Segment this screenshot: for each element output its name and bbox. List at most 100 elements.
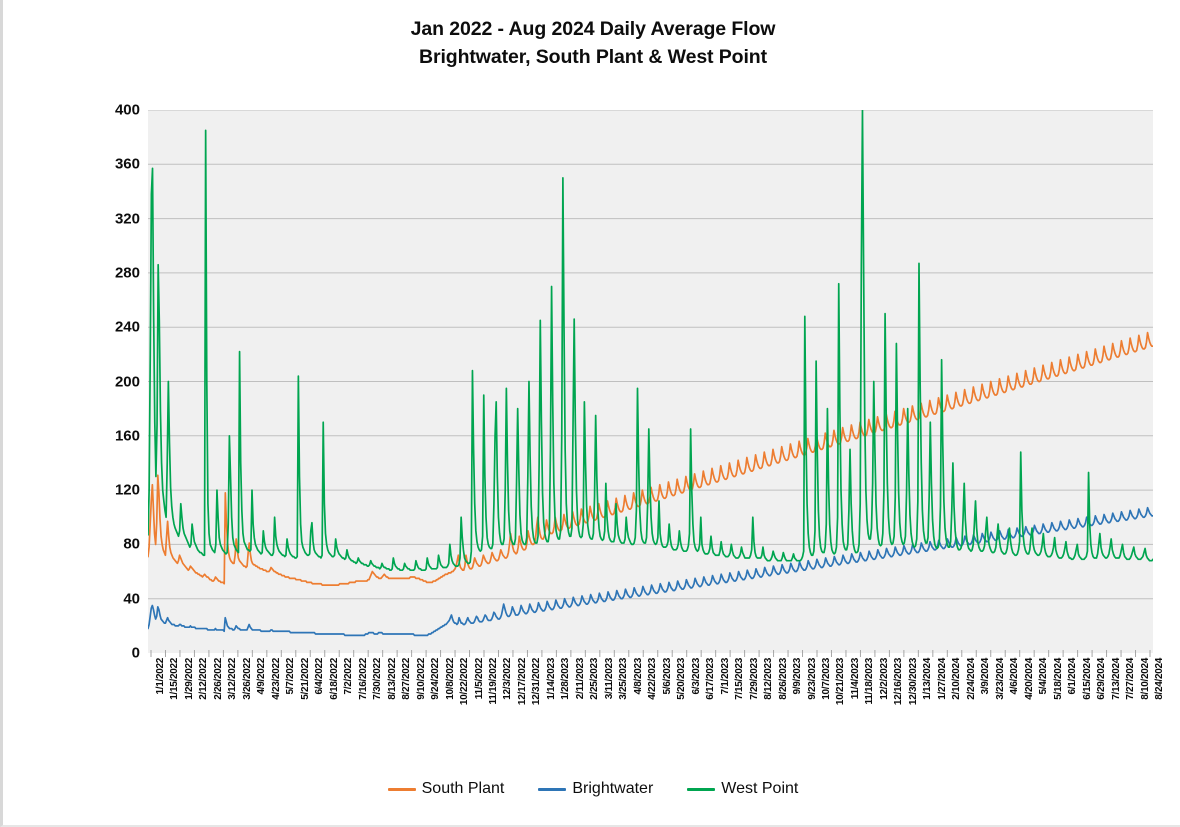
x-axis-tick-label: 8/10/2024	[1139, 658, 1151, 700]
x-axis-tick-label: 12/31/2022	[531, 658, 543, 706]
y-axis-tick-label: 320	[114, 210, 140, 228]
x-axis-tick-label: 1/27/2024	[936, 658, 948, 700]
y-axis-tick-label: 40	[123, 590, 140, 608]
x-axis-tick-label: 2/10/2024	[951, 658, 963, 700]
legend-swatch-icon	[687, 787, 716, 791]
x-axis-tick-label: 5/21/2022	[299, 658, 311, 700]
x-axis-tick-label: 1/28/2023	[560, 658, 572, 700]
x-axis-tick-labels: 1/1/2022 1/15/2022 1/29/2022 2/12/2022 2/26/…	[148, 650, 1165, 753]
x-axis-tick-label: 9/9/2023	[792, 658, 804, 695]
x-axis-ticks	[150, 650, 1151, 657]
x-axis-tick-label: 1/1/2022	[155, 658, 166, 695]
y-axis-tick-labels: 0 40 80 120 160 200 240 280 320 360 400	[78, 0, 140, 827]
x-axis-tick-label: 7/29/2023	[748, 658, 760, 700]
legend-item-brightwater[interactable]: Brightwater	[538, 780, 653, 798]
x-axis-tick-label: 11/5/2022	[473, 658, 485, 700]
x-axis-tick-label: 1/29/2022	[183, 658, 195, 700]
chart-title-line-2: Brightwater, South Plant & West Point	[418, 45, 768, 68]
x-axis-tick-label: 3/26/2022	[241, 658, 253, 700]
x-axis-tick-label: 4/8/2023	[632, 658, 644, 695]
x-axis-tick-label: 10/8/2022	[444, 658, 456, 700]
x-axis-tick-label: 1/14/2023	[545, 658, 557, 700]
y-axis-tick-label: 360	[114, 155, 140, 173]
x-axis-tick-label: 7/2/2022	[343, 658, 355, 695]
y-axis-tick-label: 160	[114, 427, 140, 445]
x-axis-tick-label: 5/4/2024	[1038, 658, 1050, 695]
y-axis-title-label: Million Gallons/Day (Daily Average)	[27, 0, 46, 134]
x-axis-tick-label: 4/9/2022	[256, 658, 268, 695]
x-axis-tick-label: 11/19/2022	[488, 658, 499, 705]
x-axis-tick-label: 3/23/2024	[994, 658, 1006, 700]
legend-item-west-point[interactable]: West Point	[687, 780, 798, 798]
plot-area	[148, 110, 1153, 653]
legend-label: South Plant	[421, 780, 505, 797]
x-axis-tick-label: 3/25/2023	[618, 658, 630, 700]
x-axis-tick-label: 6/3/2023	[690, 658, 702, 695]
x-axis-tick-label: 12/3/2022	[502, 658, 514, 700]
y-axis-tick-label: 0	[131, 644, 140, 662]
x-axis-tick-label: 9/10/2022	[415, 658, 427, 700]
x-axis-tick-label: 5/6/2023	[661, 658, 673, 695]
y-axis-tick-label: 400	[114, 101, 140, 119]
x-axis-tick-label: 11/18/2023	[864, 658, 876, 705]
plot-svg	[148, 110, 1153, 637]
y-axis-tick-label: 240	[114, 318, 140, 336]
x-axis-tick-label: 7/1/2023	[719, 658, 731, 695]
series-line-brightwater	[148, 506, 1153, 637]
chart-title-line-1: Jan 2022 - Aug 2024 Daily Average Flow	[410, 18, 776, 40]
y-axis-title: Million Gallons/Day (Daily Average)	[27, 0, 53, 134]
x-axis-tick-label: 6/17/2023	[705, 658, 717, 700]
x-axis-tick-label: 12/16/2023	[893, 658, 905, 706]
x-axis-tick-label: 10/21/2023	[835, 658, 847, 706]
x-axis-tick-label: 2/24/2024	[965, 658, 977, 700]
x-axis-tick-label: 9/24/2022	[430, 658, 442, 700]
legend-label: Brightwater	[572, 780, 654, 797]
x-axis-tick-label: 2/26/2022	[212, 658, 224, 700]
legend-label: West Point	[721, 780, 799, 797]
x-axis-tick-label: 3/9/2024	[980, 658, 992, 695]
x-axis-tick-label: 2/25/2023	[589, 658, 601, 700]
x-axis-tick-label: 3/11/2023	[603, 658, 615, 700]
x-axis-tick-label: 7/15/2023	[734, 658, 746, 700]
x-axis-tick-label: 2/12/2022	[198, 658, 210, 700]
x-axis-tick-label: 5/18/2024	[1052, 658, 1064, 700]
x-axis-tick-label: 7/16/2022	[357, 658, 369, 700]
chart-legend: South Plant Brightwater West Point	[3, 780, 1180, 798]
legend-item-south-plant[interactable]: South Plant	[387, 780, 505, 798]
x-axis-tick-label: 12/2/2023	[878, 658, 890, 700]
x-axis-tick-label: 4/20/2024	[1023, 658, 1035, 700]
x-axis-tick-label: 8/12/2023	[763, 658, 775, 700]
chart-title: Jan 2022 - Aug 2024 Daily Average Flow B…	[3, 16, 1180, 71]
x-axis-tick-label: 6/15/2024	[1081, 658, 1093, 700]
x-axis-tick-label: 4/23/2022	[270, 658, 282, 700]
x-axis-tick-label: 1/13/2024	[922, 658, 934, 700]
y-axis-tick-label: 120	[114, 481, 140, 499]
x-axis-tick-label: 3/12/2022	[227, 658, 239, 700]
x-axis-tick-label: 4/22/2023	[647, 658, 659, 700]
x-axis-tick-label: 8/24/2024	[1154, 658, 1165, 700]
x-axis-tick-label: 6/18/2022	[328, 658, 340, 700]
x-axis-tick-label: 6/29/2024	[1096, 658, 1108, 700]
x-axis-tick-label: 12/17/2022	[516, 658, 528, 706]
x-axis-tick-label: 2/11/2023	[574, 658, 586, 700]
x-axis-tick-label: 10/22/2022	[459, 658, 471, 706]
legend-swatch-icon	[387, 787, 416, 791]
x-axis-tick-label: 4/6/2024	[1009, 658, 1021, 695]
x-axis-tick-label: 8/27/2022	[401, 658, 413, 700]
x-axis-tick-label: 7/30/2022	[372, 658, 384, 700]
x-axis-tick-label: 10/7/2023	[821, 658, 832, 700]
legend-swatch-icon	[538, 787, 567, 791]
x-axis-tick-label: 6/1/2024	[1067, 658, 1079, 695]
x-axis-tick-label: 11/4/2023	[849, 658, 861, 700]
series-line-west-point	[148, 110, 1153, 572]
x-axis-tick-label: 12/30/2023	[907, 658, 919, 706]
x-axis-tick-label: 9/23/2023	[806, 658, 818, 700]
y-axis-tick-label: 280	[114, 264, 140, 282]
x-axis-tick-label: 5/7/2022	[285, 658, 297, 695]
x-axis-tick-label: 8/13/2022	[386, 658, 398, 700]
x-axis-tick-label: 7/27/2024	[1125, 658, 1137, 700]
y-axis-tick-label: 200	[114, 373, 140, 390]
x-axis-tick-label: 8/26/2023	[777, 658, 789, 700]
chart-container: Jan 2022 - Aug 2024 Daily Average Flow B…	[0, 0, 1180, 827]
x-axis-tick-label: 1/15/2022	[169, 658, 181, 700]
